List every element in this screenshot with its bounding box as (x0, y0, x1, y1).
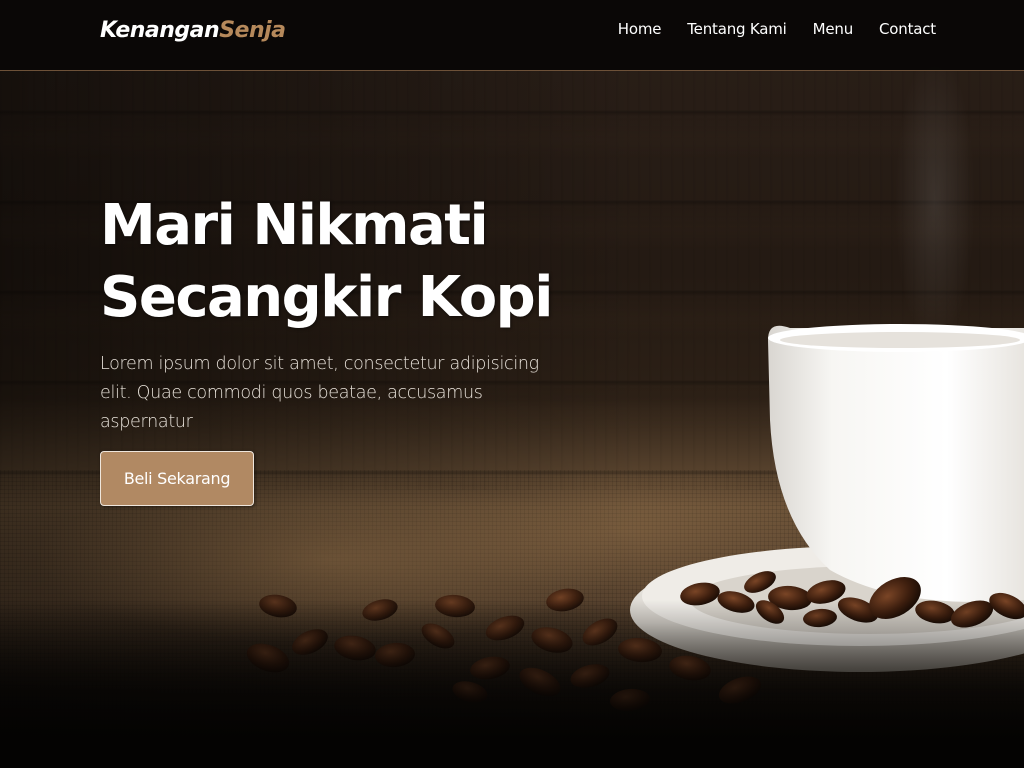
nav-link-contact[interactable]: Contact (879, 20, 936, 38)
nav-link-tentang-kami[interactable]: Tentang Kami (687, 20, 787, 38)
bottom-fade-overlay (0, 600, 1024, 768)
brand-logo-part1: Kenangan (100, 18, 220, 43)
hero-title: Mari Nikmati Secangkir Kopi (100, 190, 580, 334)
brand-logo[interactable]: KenanganSenja (100, 18, 286, 43)
hero-title-line2: Secangkir Kopi (100, 265, 553, 330)
hero-section: Mari Nikmati Secangkir Kopi Lorem ipsum … (100, 190, 580, 506)
nav-link-menu[interactable]: Menu (813, 20, 854, 38)
landing-page: KenanganSenja Home Tentang Kami Menu Con… (0, 0, 1024, 768)
nav-link-home[interactable]: Home (618, 20, 662, 38)
hero-title-line1: Mari Nikmati (100, 193, 489, 258)
nav-menu: Home Tentang Kami Menu Contact (618, 20, 936, 38)
brand-logo-part2: Senja (219, 18, 286, 43)
hero-description: Lorem ipsum dolor sit amet, consectetur … (100, 354, 539, 432)
buy-now-button[interactable]: Beli Sekarang (100, 451, 254, 506)
navbar: KenanganSenja Home Tentang Kami Menu Con… (0, 0, 1024, 71)
